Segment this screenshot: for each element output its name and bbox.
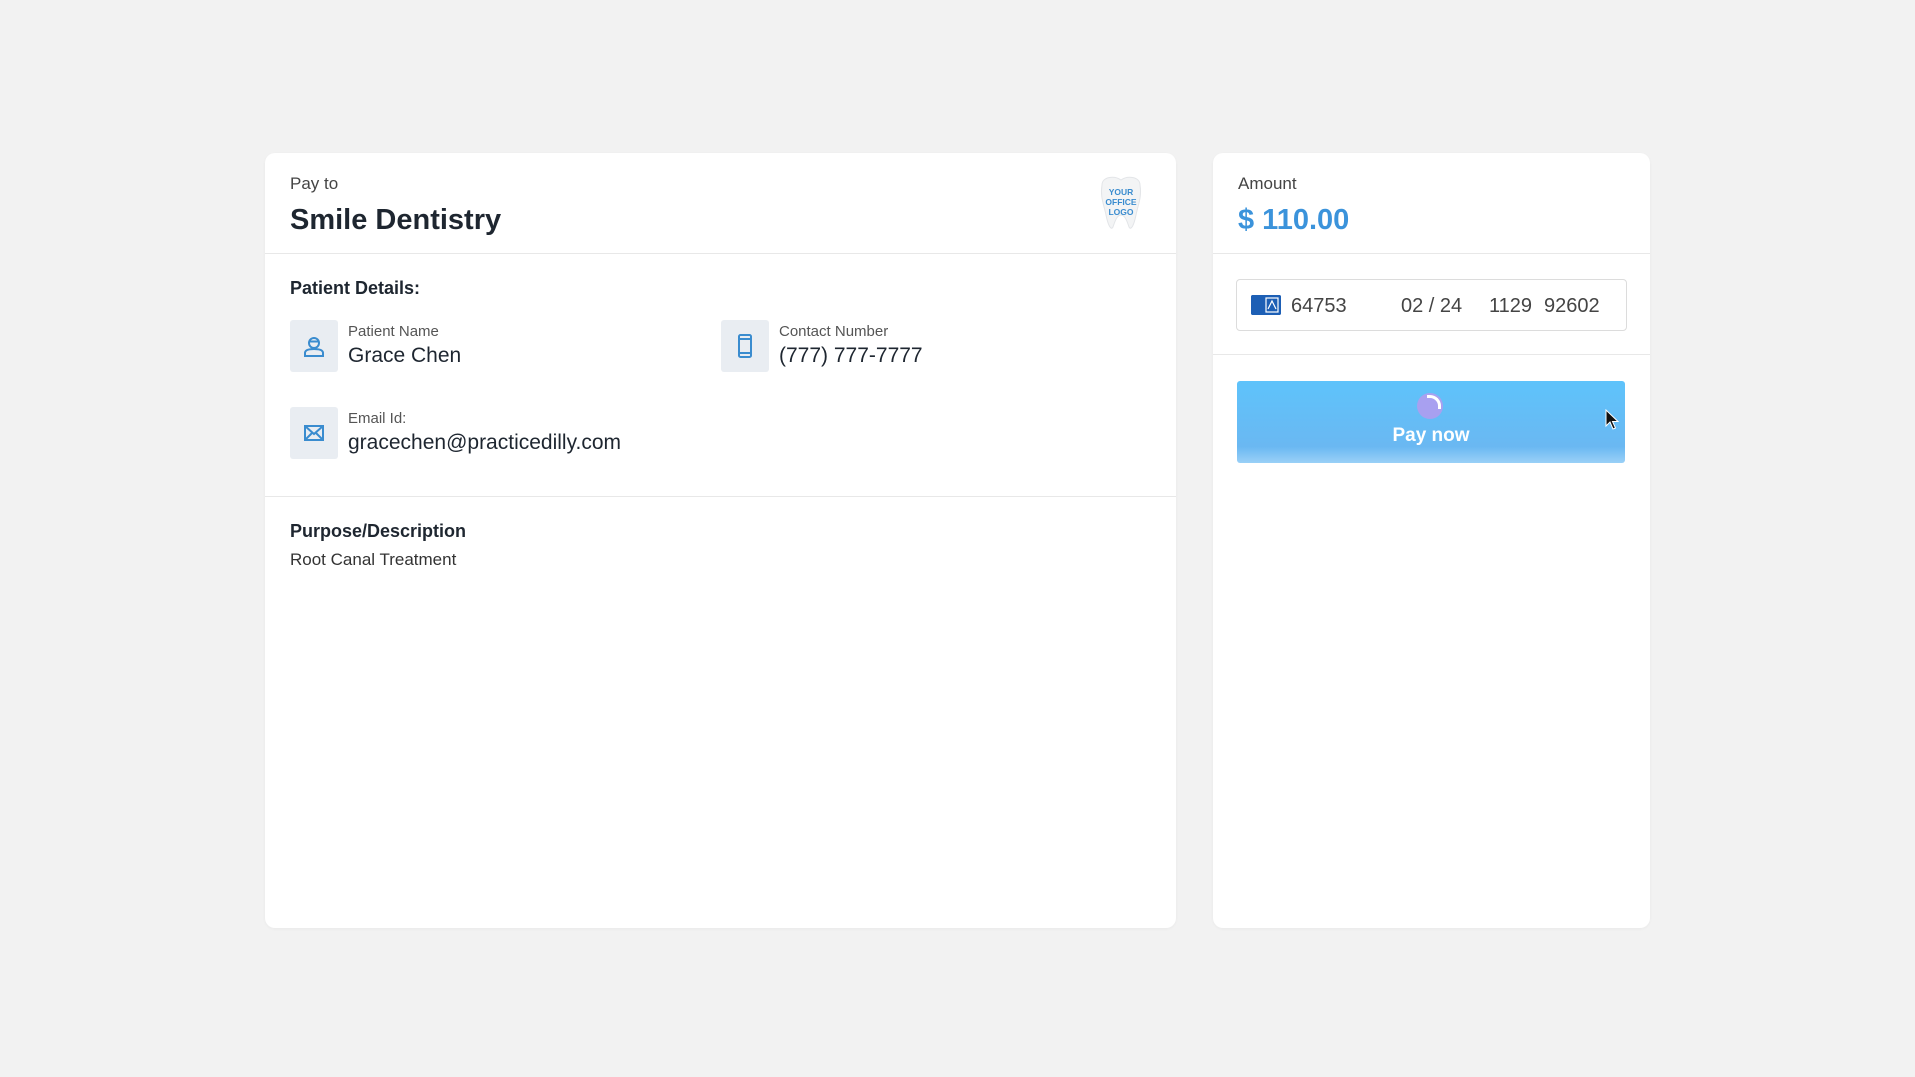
payee-header: Pay to Smile Dentistry YOUR OFFICE LOGO xyxy=(265,153,1176,254)
card-cvc-field[interactable]: 1129 xyxy=(1489,293,1532,319)
loading-spinner-icon xyxy=(1417,393,1443,419)
email-detail: Email Id: gracechen@practicedilly.com xyxy=(290,407,621,459)
card-expiry-field[interactable]: 02 / 24 xyxy=(1401,293,1462,319)
svg-text:OFFICE: OFFICE xyxy=(1105,197,1136,207)
card-details-input[interactable]: 64753 02 / 24 1129 92602 xyxy=(1236,279,1627,331)
email-value: gracechen@practicedilly.com xyxy=(348,431,622,454)
payment-details-card: Pay to Smile Dentistry YOUR OFFICE LOGO … xyxy=(265,153,1176,928)
patient-name-value: Grace Chen xyxy=(348,344,462,367)
svg-text:LOGO: LOGO xyxy=(1108,207,1133,217)
purpose-section: Purpose/Description Root Canal Treatment xyxy=(265,497,1176,571)
svg-text:YOUR: YOUR xyxy=(1109,187,1134,197)
amount-value: $ 110.00 xyxy=(1238,204,1350,236)
contact-number-detail: Contact Number (777) 777-7777 xyxy=(721,320,923,372)
payment-page: Pay to Smile Dentistry YOUR OFFICE LOGO … xyxy=(0,0,1915,1077)
amex-card-icon xyxy=(1251,295,1281,315)
mobile-phone-icon xyxy=(721,320,769,372)
envelope-icon xyxy=(290,407,338,459)
patient-details-section: Patient Details: Patient Name Grace Chen xyxy=(265,254,1176,497)
card-number-field[interactable]: 64753 xyxy=(1291,293,1347,319)
pay-to-label: Pay to xyxy=(290,174,339,193)
patient-name-detail: Patient Name Grace Chen xyxy=(290,320,461,372)
patient-name-label: Patient Name xyxy=(348,323,439,340)
merchant-name: Smile Dentistry xyxy=(290,204,502,236)
user-icon xyxy=(290,320,338,372)
contact-number-label: Contact Number xyxy=(779,323,889,340)
mouse-cursor-icon xyxy=(1605,409,1619,430)
pay-now-button[interactable]: Pay now xyxy=(1237,381,1625,463)
contact-number-value: (777) 777-7777 xyxy=(779,344,923,367)
purpose-value: Root Canal Treatment xyxy=(290,550,457,569)
pay-now-label: Pay now xyxy=(1392,425,1470,446)
email-label: Email Id: xyxy=(348,410,407,427)
amount-header: Amount $ 110.00 xyxy=(1213,153,1650,254)
purpose-title: Purpose/Description xyxy=(290,521,467,541)
tooth-logo-icon: YOUR OFFICE LOGO xyxy=(1101,176,1141,229)
card-input-section: 64753 02 / 24 1129 92602 xyxy=(1213,254,1650,355)
amount-label: Amount xyxy=(1238,174,1297,193)
patient-details-title: Patient Details: xyxy=(290,278,421,298)
card-zip-field[interactable]: 92602 xyxy=(1544,293,1600,319)
payment-card: Amount $ 110.00 64753 02 / 24 1129 92602 xyxy=(1213,153,1650,928)
